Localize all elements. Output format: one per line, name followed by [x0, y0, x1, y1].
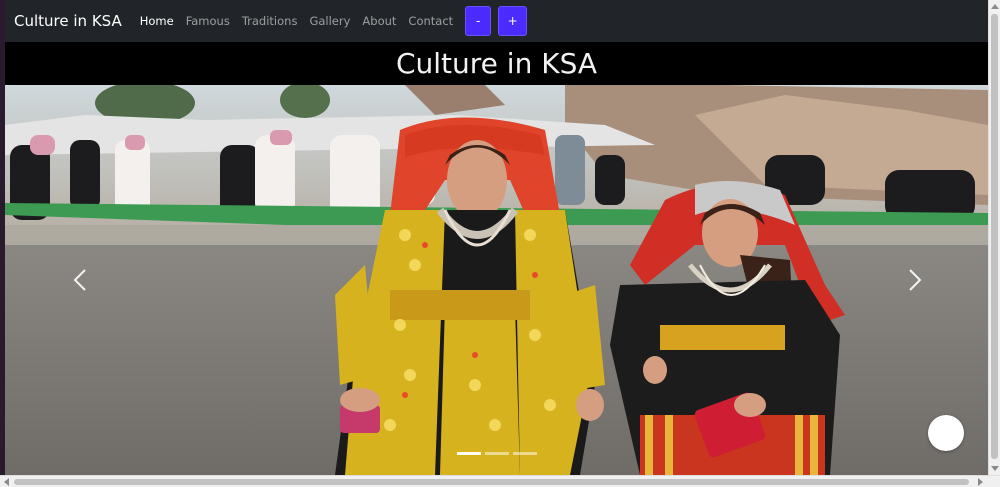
- floating-action-button[interactable]: [928, 415, 964, 451]
- carousel-indicator-2[interactable]: [484, 452, 509, 455]
- scroll-right-icon[interactable]: [978, 478, 983, 486]
- nav-link-traditions[interactable]: Traditions: [242, 14, 298, 28]
- top-navbar: Culture in KSA Home Famous Traditions Ga…: [5, 0, 988, 42]
- nav-links: Home Famous Traditions Gallery About Con…: [140, 14, 465, 28]
- vertical-scroll-thumb[interactable]: [991, 14, 998, 459]
- nav-link-home[interactable]: Home: [140, 14, 174, 28]
- chevron-right-icon: [909, 269, 922, 291]
- font-increase-button[interactable]: +: [498, 6, 528, 36]
- vertical-scrollbar[interactable]: [988, 0, 1000, 475]
- nav-link-gallery[interactable]: Gallery: [309, 14, 350, 28]
- scroll-up-icon[interactable]: [991, 4, 999, 9]
- browser-viewport: Culture in KSA Home Famous Traditions Ga…: [0, 0, 1000, 487]
- navbar-brand[interactable]: Culture in KSA: [14, 12, 122, 30]
- nav-link-famous[interactable]: Famous: [186, 14, 230, 28]
- font-decrease-button[interactable]: -: [465, 6, 492, 36]
- scroll-down-icon[interactable]: [991, 466, 999, 471]
- nav-link-contact[interactable]: Contact: [408, 14, 453, 28]
- scroll-left-icon[interactable]: [4, 478, 9, 486]
- carousel-indicators: [5, 452, 988, 455]
- carousel-indicator-1[interactable]: [456, 452, 481, 455]
- image-carousel[interactable]: [5, 85, 988, 475]
- carousel-next-control[interactable]: [900, 265, 930, 295]
- carousel-prev-control[interactable]: [65, 265, 95, 295]
- title-banner: Culture in KSA: [5, 42, 988, 85]
- nav-link-about[interactable]: About: [362, 14, 396, 28]
- page-title: Culture in KSA: [395, 47, 598, 80]
- carousel-indicator-3[interactable]: [512, 452, 537, 455]
- carousel-slide-image: [5, 85, 988, 475]
- horizontal-scrollbar[interactable]: [0, 475, 1000, 487]
- horizontal-scroll-thumb[interactable]: [14, 479, 969, 485]
- chevron-left-icon: [73, 269, 86, 291]
